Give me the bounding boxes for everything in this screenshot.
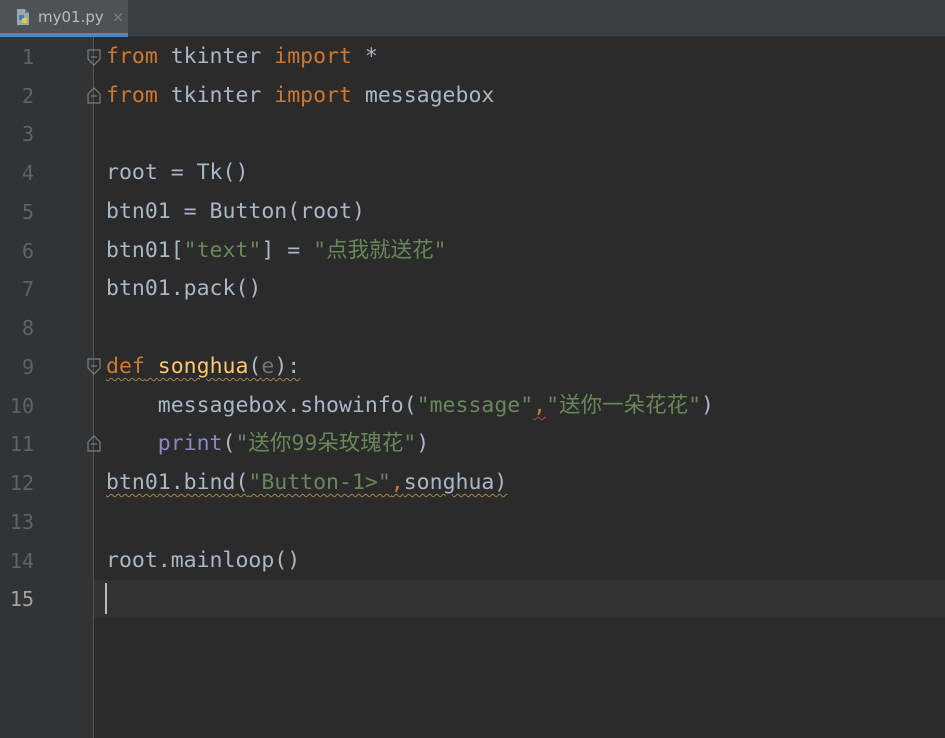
current-line-highlight — [94, 580, 945, 618]
string-literal: "点我就送花" — [313, 238, 447, 263]
string-literal: "text" — [183, 238, 262, 263]
line-number-current: 15 — [9, 587, 34, 611]
line-number: 12 — [9, 471, 34, 495]
line-number: 13 — [9, 510, 34, 534]
close-icon[interactable]: × — [112, 8, 125, 26]
line-number: 8 — [21, 316, 34, 340]
code-line-12[interactable]: btn01.bind("Button-1>",songhua) — [106, 464, 507, 503]
code-line-9[interactable]: def songhua(e): — [106, 348, 300, 387]
code-line-14[interactable]: root.mainloop() — [106, 542, 300, 581]
operator: ] = — [261, 238, 314, 263]
line-number: 4 — [21, 161, 34, 185]
code-line-7[interactable]: btn01.pack() — [106, 270, 261, 309]
keyword: def — [106, 354, 145, 379]
python-file-icon — [17, 8, 29, 25]
code-editor[interactable]: 1 2 3 4 5 6 7 8 9 10 11 12 13 14 15 from… — [0, 37, 945, 738]
tab-filename: my01.py — [38, 8, 104, 26]
fold-end-icon[interactable] — [86, 86, 102, 104]
string-literal: "Button-1>" — [248, 470, 391, 495]
identifier: messagebox — [351, 83, 495, 108]
code-line-11[interactable]: print("送你99朵玫瑰花") — [106, 425, 429, 464]
parameter: e — [261, 354, 275, 379]
fold-collapse-icon[interactable] — [86, 49, 102, 67]
fold-collapse-icon[interactable] — [86, 358, 102, 376]
identifier: * — [351, 44, 378, 69]
line-number: 1 — [21, 45, 34, 69]
line-number: 14 — [9, 549, 34, 573]
paren: ) — [701, 393, 714, 418]
identifier: tkinter — [157, 44, 275, 69]
code-line-6[interactable]: btn01["text"] = "点我就送花" — [106, 232, 447, 271]
line-number: 11 — [9, 432, 34, 456]
string-literal: "送你一朵花花" — [546, 393, 702, 418]
keyword: from — [106, 83, 158, 108]
editor-tab-bar: my01.py × — [0, 0, 945, 37]
line-number: 6 — [21, 239, 34, 263]
code-line-5[interactable]: btn01 = Button(root) — [106, 193, 365, 232]
line-number: 3 — [21, 122, 34, 146]
line-number: 10 — [9, 394, 34, 418]
string-literal: "送你99朵玫瑰花" — [235, 431, 417, 456]
line-number: 9 — [21, 355, 34, 379]
fold-end-icon[interactable] — [86, 434, 102, 452]
statement: root.mainloop() — [106, 548, 301, 573]
keyword: import — [274, 83, 352, 108]
statement: root = Tk() — [106, 160, 249, 185]
paren: ( — [248, 354, 262, 379]
code-line-10[interactable]: messagebox.showinfo("message","送你一朵花花") — [106, 387, 714, 426]
keyword: from — [106, 44, 158, 69]
call: btn01.bind( — [106, 470, 249, 495]
text-caret — [105, 583, 107, 614]
statement: btn01 = Button(root) — [106, 199, 365, 224]
call: messagebox.showinfo( — [106, 393, 417, 418]
comma: , — [390, 470, 404, 495]
paren: ) — [416, 431, 430, 456]
line-number: 5 — [21, 200, 34, 224]
comma-warning: , — [533, 393, 547, 418]
identifier: btn01[ — [106, 238, 184, 263]
string-literal: "message" — [416, 393, 534, 418]
code-line-2[interactable]: from tkinter import messagebox — [106, 77, 494, 116]
builtin-function: print — [157, 431, 223, 456]
code-line-4[interactable]: root = Tk() — [106, 154, 248, 193]
function-name: songhua — [157, 354, 249, 379]
line-number: 7 — [21, 277, 34, 301]
tab-my01-py[interactable]: my01.py × — [0, 0, 128, 37]
code-line-1[interactable]: from tkinter import * — [106, 38, 378, 77]
identifier: tkinter — [157, 83, 275, 108]
paren: ( — [222, 431, 236, 456]
line-number: 2 — [21, 84, 34, 108]
keyword: import — [274, 44, 352, 69]
identifier: songhua) — [403, 470, 508, 495]
paren: ): — [274, 354, 301, 379]
statement: btn01.pack() — [106, 276, 262, 301]
